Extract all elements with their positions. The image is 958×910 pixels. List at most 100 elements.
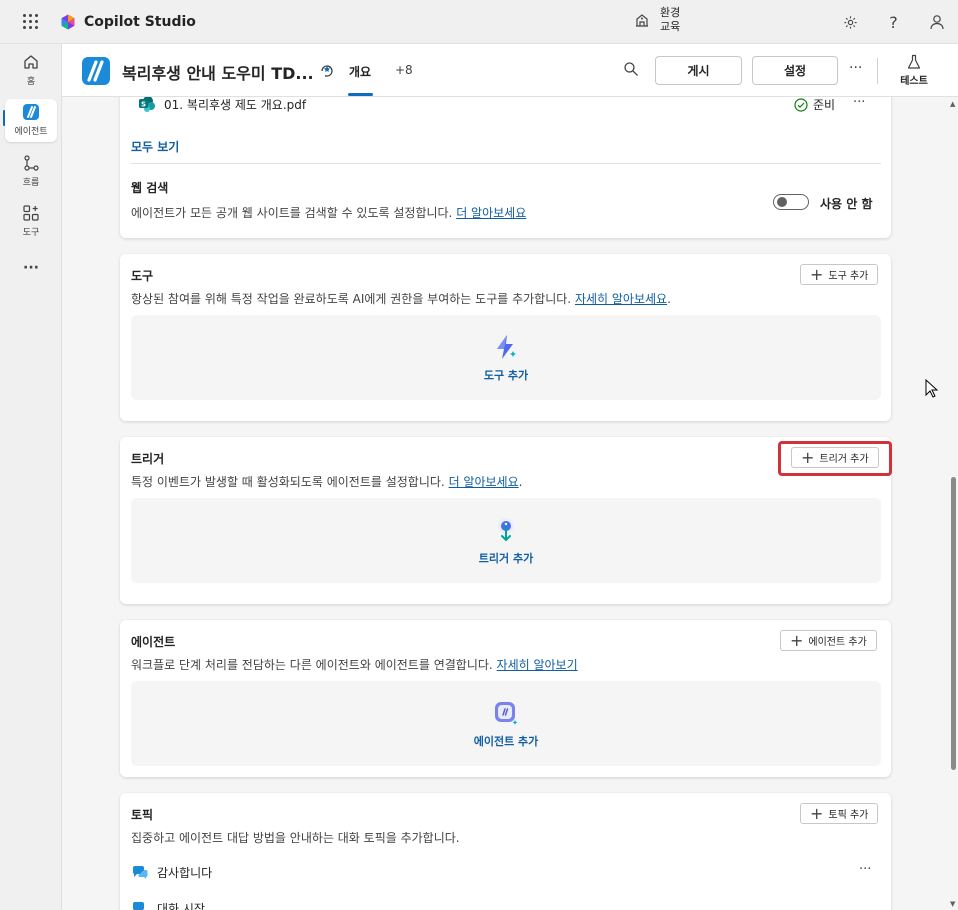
test-button[interactable]: 테스트	[894, 54, 934, 87]
app-name: Copilot Studio	[84, 13, 196, 30]
agents-card: 에이전트 + 에이전트 추가 워크플로 단계 처리를 전담하는 다른 에이전트와 …	[120, 620, 891, 777]
plus-icon: +	[810, 803, 824, 823]
triggers-card: 트리거 + 트리거 추가 특정 이벤트가 발생할 때 활성화되도록 에이전트를 설…	[120, 437, 891, 604]
copilot-studio-logo-icon	[61, 14, 75, 29]
knowledge-file-status: 준비	[794, 97, 835, 113]
publish-button[interactable]: 게시	[655, 56, 742, 85]
triggers-desc-text: 특정 이벤트가 발생할 때 활성화되도록 에이전트를 설정합니다.	[131, 475, 445, 489]
sharepoint-icon: S	[139, 97, 155, 112]
topic-more-button[interactable]: ···	[859, 862, 871, 877]
question-icon: ?	[889, 12, 898, 32]
agents-title: 에이전트	[131, 635, 176, 649]
chat-bubbles-icon	[132, 866, 148, 879]
help-button[interactable]: ?	[872, 0, 915, 44]
tab-overview[interactable]: 개요	[349, 63, 371, 80]
rail-item-flows[interactable]: 흐름	[5, 154, 57, 188]
environment-picker[interactable]: 환경 교육	[634, 6, 680, 34]
person-icon	[929, 15, 944, 30]
rail-item-label: 도구	[22, 228, 40, 238]
trigger-icon	[498, 517, 514, 541]
agents-desc-text: 워크플로 단계 처리를 전담하는 다른 에이전트와 에이전트를 연결합니다.	[131, 658, 493, 672]
agent-icon	[23, 104, 39, 120]
gear-icon	[844, 15, 857, 29]
topic-item[interactable]: 대화 시작	[131, 899, 205, 910]
plus-icon: +	[790, 630, 804, 650]
knowledge-file-row[interactable]: S 01. 복리후생 제도 개요.pdf	[138, 97, 306, 113]
add-topic-label: 토픽 추가	[828, 810, 869, 821]
web-search-title: 웹 검색	[131, 181, 169, 195]
topics-description: 집중하고 에이전트 대답 방법을 안내하는 대화 토픽을 추가합니다.	[131, 831, 460, 845]
tools-desc-text: 항상된 참여를 위해 특정 작업을 완료하도록 AI에게 권한을 부여하는 도구…	[131, 292, 572, 306]
left-rail: 홈 에이전트 흐름 도구 ···	[0, 44, 62, 910]
add-tool-button[interactable]: + 도구 추가	[800, 264, 879, 285]
brand[interactable]: Copilot Studio	[60, 14, 196, 30]
environment-value: 교육	[660, 20, 681, 33]
scroll-down-arrow-icon[interactable]: ▼	[950, 900, 955, 908]
tools-empty-state[interactable]: 도구 추가	[131, 315, 881, 400]
tab-overflow[interactable]: +8	[395, 63, 413, 77]
knowledge-file-more-button[interactable]: ···	[853, 97, 865, 110]
rail-more-button[interactable]: ···	[5, 260, 57, 276]
tab-active-indicator	[348, 93, 373, 96]
flow-icon	[24, 155, 39, 171]
topics-card: 토픽 + 토픽 추가 집중하고 에이전트 대답 방법을 안내하는 대화 토픽을 추…	[120, 793, 891, 910]
header-more-button[interactable]: ···	[849, 60, 862, 76]
web-search-learn-more-link[interactable]: 더 알아보세요	[456, 206, 526, 220]
add-tool-label: 도구 추가	[828, 271, 869, 282]
add-agent-label: 에이전트 추가	[808, 637, 867, 648]
chat-bubbles-icon	[132, 902, 144, 910]
add-agent-button[interactable]: + 에이전트 추가	[780, 630, 877, 651]
knowledge-card: S 01. 복리후생 제도 개요.pdf 준비 ··· 모두 보기 웹 검색 에…	[120, 97, 891, 238]
tools-period: .	[667, 292, 671, 306]
triggers-title: 트리거	[131, 452, 165, 466]
agents-learn-more-link[interactable]: 자세히 알아보기	[497, 658, 578, 672]
tools-title: 도구	[131, 269, 154, 283]
see-all-link[interactable]: 모두 보기	[131, 138, 179, 155]
agents-empty-label: 에이전트 추가	[473, 734, 539, 748]
page-scrollbar[interactable]: ▲ ▼	[948, 97, 958, 910]
web-search-toggle-label: 사용 안 함	[820, 197, 873, 211]
web-search-desc-text: 에이전트가 모든 공개 웹 사이트를 검색할 수 있도록 설정합니다.	[131, 206, 453, 220]
agent-name: 복리후생 안내 도우미 TD...	[122, 64, 314, 83]
flask-icon	[907, 54, 921, 69]
tools-card: 도구 + 도구 추가 항상된 참여를 위해 특정 작업을 완료하도록 AI에게 권…	[120, 254, 891, 421]
web-search-toggle[interactable]	[773, 194, 809, 210]
knowledge-file-name: 01. 복리후생 제도 개요.pdf	[164, 97, 307, 112]
agent-status-icon[interactable]	[318, 62, 336, 80]
tools-grid-icon	[23, 205, 39, 221]
app-launcher-button[interactable]	[0, 0, 60, 44]
triggers-empty-label: 트리거 추가	[478, 551, 534, 565]
add-trigger-highlight	[778, 441, 892, 476]
triggers-empty-state[interactable]: 트리거 추가	[131, 498, 881, 583]
test-label: 테스트	[900, 76, 928, 87]
tools-learn-more-link[interactable]: 자세히 알아보세요	[575, 292, 667, 306]
header-divider	[877, 58, 878, 84]
agent-add-icon	[495, 701, 518, 725]
rail-item-tools[interactable]: 도구	[5, 204, 57, 238]
topic-item[interactable]: 감사합니다	[131, 863, 212, 881]
triggers-period: .	[518, 475, 523, 489]
topic-label: 대화 시작	[157, 901, 205, 910]
agents-empty-state[interactable]: 에이전트 추가	[131, 681, 881, 766]
tools-description: 항상된 참여를 위해 특정 작업을 완료하도록 AI에게 권한을 부여하는 도구…	[131, 290, 671, 307]
scroll-thumb[interactable]	[951, 477, 956, 770]
rail-item-label: 흐름	[22, 178, 40, 188]
triggers-description: 특정 이벤트가 발생할 때 활성화되도록 에이전트를 설정합니다. 더 알아보세…	[131, 473, 522, 490]
plus-icon: +	[810, 264, 824, 284]
overview-content: S 01. 복리후생 제도 개요.pdf 준비 ··· 모두 보기 웹 검색 에…	[62, 97, 948, 910]
lightning-tool-icon	[497, 334, 516, 359]
scroll-up-arrow-icon[interactable]: ▲	[950, 100, 955, 108]
rail-item-agents[interactable]: 에이전트	[5, 99, 57, 142]
search-icon[interactable]	[623, 61, 639, 77]
add-topic-button[interactable]: + 토픽 추가	[800, 803, 879, 824]
divider	[131, 163, 881, 164]
settings-agent-button[interactable]: 설정	[752, 56, 838, 85]
rail-item-home[interactable]: 홈	[5, 53, 57, 87]
triggers-learn-more-link[interactable]: 더 알아보세요	[449, 475, 519, 489]
account-button[interactable]	[915, 0, 958, 44]
top-bar: Copilot Studio 환경 교육 ?	[0, 0, 958, 44]
mouse-cursor-icon	[925, 379, 939, 398]
topics-title: 토픽	[131, 808, 154, 822]
environment-label: 환경	[660, 6, 681, 19]
settings-button[interactable]	[829, 0, 872, 44]
